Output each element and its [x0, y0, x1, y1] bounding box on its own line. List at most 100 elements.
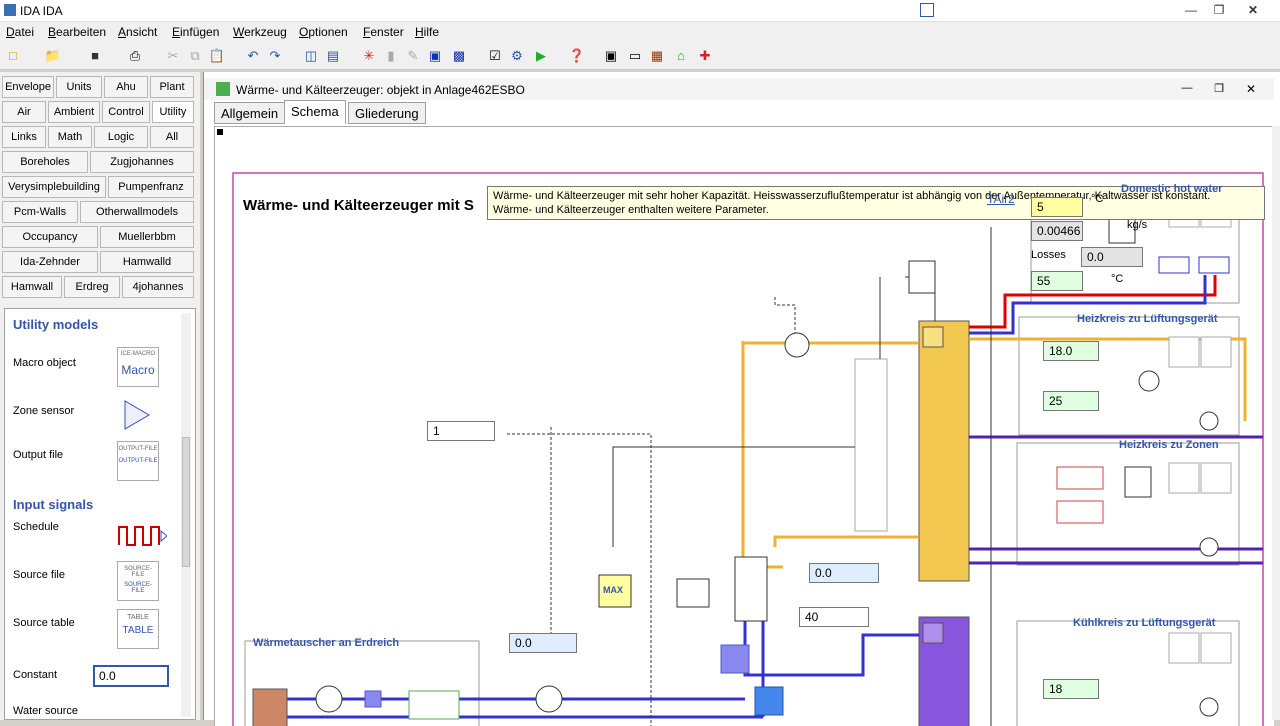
cat-hamwalld[interactable]: Hamwalld [100, 251, 194, 273]
cat-hamwall[interactable]: Hamwall [2, 276, 62, 298]
cat-zugjohannes[interactable]: Zugjohannes [90, 151, 194, 173]
cat-occupancy[interactable]: Occupancy [2, 226, 98, 248]
group-kuehlkreis-lueftung: Kühlkreis zu Lüftungsgerät [1073, 617, 1216, 629]
output-file-icon[interactable]: OUTPUT-FILE OUTPUT-FILE [117, 441, 159, 481]
new-icon[interactable]: □ [4, 47, 22, 65]
canvas-scrollbar[interactable] [1272, 126, 1280, 720]
source-caption-2: SOURCE-FILE [124, 582, 152, 594]
source-table-icon[interactable]: TABLE TABLE [117, 609, 159, 649]
cat-ida-zehnder[interactable]: Ida-Zehnder [2, 251, 98, 273]
constant-1[interactable]: 1 [427, 421, 495, 441]
cat-plant[interactable]: Plant [150, 76, 194, 98]
menu-einfuegen[interactable]: Einfügen [172, 25, 219, 39]
redo-icon[interactable]: ↷ [266, 47, 284, 65]
cat-otherwallmodels[interactable]: Otherwallmodels [80, 201, 194, 223]
menu-hilfe[interactable]: Hilfe [415, 25, 439, 39]
dhw-losses[interactable]: 0.0 [1081, 247, 1143, 267]
tab-gliederung[interactable]: Gliederung [348, 102, 426, 124]
palette-scroll-thumb[interactable] [182, 437, 190, 567]
app-title: IDA IDA [20, 4, 63, 18]
hk-value-2[interactable]: 25 [1043, 391, 1099, 411]
macro-object-icon[interactable]: ICE-MACRO Macro [117, 347, 159, 387]
palette-scrollbar[interactable] [181, 313, 191, 717]
cat-muellerbbm[interactable]: Muellerbbm [100, 226, 194, 248]
cat-pcm-walls[interactable]: Pcm-Walls [2, 201, 78, 223]
cat-control[interactable]: Control [102, 101, 150, 123]
cat-4johannes[interactable]: 4johannes [122, 276, 194, 298]
edit-icon[interactable]: ✎ [404, 47, 422, 65]
menu-fenster[interactable]: Fenster [363, 25, 404, 39]
cat-ahu[interactable]: Ahu [104, 76, 148, 98]
run-icon[interactable]: ▶ [532, 47, 550, 65]
kk-value-1[interactable]: 18 [1043, 679, 1099, 699]
split-vertical-icon[interactable]: ◫ [302, 47, 320, 65]
zone-sensor-icon[interactable] [117, 395, 159, 435]
dhw-losses-label: Losses [1031, 249, 1066, 261]
maximize-button[interactable]: ❐ [1206, 2, 1232, 18]
component-icon[interactable]: ✳ [360, 47, 378, 65]
cat-erdreg[interactable]: Erdreg [64, 276, 120, 298]
dhw-cold-temp[interactable]: 5 [1031, 197, 1083, 217]
tab-allgemein[interactable]: Allgemein [214, 102, 286, 124]
menu-bearbeiten[interactable]: Bearbeiten [48, 25, 106, 39]
cat-all[interactable]: All [150, 126, 194, 148]
mdi-restore-button[interactable]: ❐ [1208, 82, 1230, 96]
cat-pumpenfranz[interactable]: Pumpenfranz [108, 176, 194, 198]
tab-schema[interactable]: Schema [284, 100, 346, 124]
help-icon[interactable]: ❓ [568, 47, 586, 65]
menu-ansicht[interactable]: Ansicht [118, 25, 157, 39]
dhw-hot-temp[interactable]: 55 [1031, 271, 1083, 291]
undo-icon[interactable]: ↶ [244, 47, 262, 65]
dhw-flow[interactable]: 0.00466 [1031, 221, 1083, 241]
source-file-icon[interactable]: SOURCE-FILE SOURCE-FILE [117, 561, 159, 601]
grid-icon[interactable] [920, 3, 934, 17]
save-icon[interactable]: ■ [86, 47, 104, 65]
mdi-minimize-button[interactable]: — [1176, 82, 1198, 96]
build-icon[interactable]: ⚙ [508, 47, 526, 65]
dhw-unit-2: kg/s [1127, 219, 1148, 231]
cut-icon[interactable]: ✂ [164, 47, 182, 65]
menu-werkzeug[interactable]: Werkzeug [233, 25, 287, 39]
folder-icon[interactable]: ▣ [426, 47, 444, 65]
cat-verysimplebuilding[interactable]: Verysimplebuilding [2, 176, 106, 198]
cat-utility[interactable]: Utility [152, 101, 194, 123]
input-signals-header: Input signals [13, 497, 94, 512]
cat-units[interactable]: Units [56, 76, 102, 98]
delete-icon[interactable]: ▮ [382, 47, 400, 65]
cat-links[interactable]: Links [2, 126, 46, 148]
close-button[interactable]: ✕ [1240, 2, 1266, 18]
mdi-close-button[interactable]: ✕ [1240, 82, 1262, 96]
cat-boreholes[interactable]: Boreholes [2, 151, 88, 173]
hk-value-1[interactable]: 18.0 [1043, 341, 1099, 361]
cat-ambient[interactable]: Ambient [48, 101, 100, 123]
house-icon[interactable]: ⌂ [672, 47, 690, 65]
check-icon[interactable]: ☑ [486, 47, 504, 65]
paste-icon[interactable]: 📋 [208, 47, 226, 65]
schema-canvas[interactable]: Wärme- und Kälteerzeuger mit S Wärme- un… [214, 126, 1274, 726]
cat-air[interactable]: Air [2, 101, 46, 123]
cube-icon[interactable]: ▭ [626, 47, 644, 65]
cat-envelope[interactable]: Envelope [2, 76, 54, 98]
print-icon[interactable]: ⎙ [126, 47, 144, 65]
group-domestic-hot-water: Domestic hot water [1121, 183, 1223, 195]
building-icon[interactable]: ▦ [648, 47, 666, 65]
split-horizontal-icon[interactable]: ▤ [324, 47, 342, 65]
dhw-unit-3: °C [1111, 273, 1124, 285]
minimize-button[interactable]: — [1178, 2, 1204, 18]
cat-logic[interactable]: Logic [94, 126, 148, 148]
constant-value[interactable]: 0.0 [93, 665, 169, 687]
add-red-icon[interactable]: ✚ [696, 47, 714, 65]
menu-optionen[interactable]: Optionen [299, 25, 348, 39]
tair-sensor[interactable]: TAir2 [987, 192, 1015, 206]
layers-icon[interactable]: ▩ [450, 47, 468, 65]
copy-icon[interactable]: ⧉ [186, 47, 204, 65]
constant-2[interactable]: 0.0 [509, 633, 577, 653]
cat-math[interactable]: Math [48, 126, 92, 148]
window-icon[interactable]: ▣ [602, 47, 620, 65]
group-heizkreis-lueftung: Heizkreis zu Lüftungsgerät [1077, 313, 1218, 325]
constant-3[interactable]: 0.0 [809, 563, 879, 583]
constant-4[interactable]: 40 [799, 607, 869, 627]
open-icon[interactable]: 📁 [44, 47, 62, 65]
schedule-icon[interactable] [117, 515, 168, 555]
menu-datei[interactable]: Datei [6, 25, 34, 39]
